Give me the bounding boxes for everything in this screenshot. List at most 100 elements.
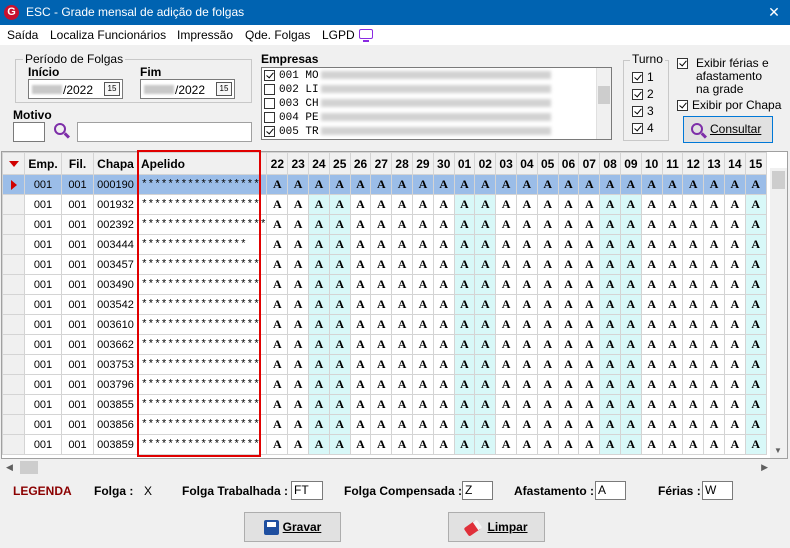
day-cell[interactable]: A: [661, 174, 684, 195]
day-cell[interactable]: A: [557, 234, 580, 255]
day-cell[interactable]: A: [619, 234, 642, 255]
day-cell[interactable]: A: [557, 194, 580, 215]
consultar-button[interactable]: Consultar: [683, 116, 773, 143]
day-cell[interactable]: A: [349, 214, 372, 235]
grid-horizontal-scrollbar[interactable]: ◀ ▶: [1, 459, 788, 476]
day-cell[interactable]: A: [640, 194, 663, 215]
day-cell[interactable]: A: [495, 434, 517, 455]
day-cell[interactable]: A: [328, 274, 351, 295]
day-cell[interactable]: A: [599, 374, 621, 395]
day-cell[interactable]: A: [640, 234, 663, 255]
day-cell[interactable]: A: [578, 174, 601, 195]
day-cell[interactable]: A: [432, 334, 455, 355]
day-cell[interactable]: A: [599, 194, 621, 215]
day-cell[interactable]: A: [308, 294, 330, 315]
column-header-apelido[interactable]: Apelido: [136, 152, 268, 175]
day-cell[interactable]: A: [287, 294, 310, 315]
day-cell[interactable]: A: [515, 174, 538, 195]
day-cell[interactable]: A: [308, 434, 330, 455]
day-cell[interactable]: A: [412, 254, 434, 275]
day-cell[interactable]: A: [287, 394, 310, 415]
day-cell[interactable]: A: [474, 194, 497, 215]
day-cell[interactable]: A: [619, 194, 642, 215]
day-cell[interactable]: A: [495, 194, 517, 215]
day-cell[interactable]: A: [370, 194, 393, 215]
day-cell[interactable]: A: [474, 274, 497, 295]
day-cell[interactable]: A: [328, 174, 351, 195]
day-cell[interactable]: A: [391, 214, 413, 235]
day-cell[interactable]: A: [349, 434, 372, 455]
day-cell[interactable]: A: [412, 354, 434, 375]
day-cell[interactable]: A: [391, 394, 413, 415]
day-cell[interactable]: A: [703, 414, 725, 435]
day-cell[interactable]: A: [515, 394, 538, 415]
day-cell[interactable]: A: [453, 434, 476, 455]
day-cell[interactable]: A: [287, 274, 310, 295]
day-cell[interactable]: A: [308, 334, 330, 355]
day-cell[interactable]: A: [432, 434, 455, 455]
day-cell[interactable]: A: [578, 234, 601, 255]
list-item[interactable]: 004 PE: [264, 111, 599, 125]
day-cell[interactable]: A: [412, 414, 434, 435]
day-cell[interactable]: A: [682, 174, 705, 195]
day-cell[interactable]: A: [349, 174, 372, 195]
day-cell[interactable]: A: [640, 374, 663, 395]
day-cell[interactable]: A: [599, 214, 621, 235]
day-cell[interactable]: A: [723, 374, 746, 395]
day-cell[interactable]: A: [453, 294, 476, 315]
fim-date-field[interactable]: /2022 15: [140, 79, 235, 99]
day-cell[interactable]: A: [349, 234, 372, 255]
day-cell[interactable]: A: [432, 354, 455, 375]
day-cell[interactable]: A: [308, 374, 330, 395]
day-cell[interactable]: A: [287, 374, 310, 395]
day-cell[interactable]: A: [536, 394, 559, 415]
day-cell[interactable]: A: [349, 374, 372, 395]
day-cell[interactable]: A: [453, 174, 476, 195]
day-cell[interactable]: A: [536, 314, 559, 335]
day-cell[interactable]: A: [515, 314, 538, 335]
day-cell[interactable]: A: [266, 294, 289, 315]
search-icon[interactable]: [54, 123, 66, 135]
table-row[interactable]: 001 001 003542 ****************** A A A A A A A A A A…: [2, 294, 767, 315]
gravar-button[interactable]: Gravar: [244, 512, 341, 542]
day-cell[interactable]: A: [349, 314, 372, 335]
checkbox[interactable]: [632, 106, 643, 118]
day-cell[interactable]: A: [515, 354, 538, 375]
day-cell[interactable]: A: [453, 194, 476, 215]
day-cell[interactable]: A: [703, 234, 725, 255]
day-cell[interactable]: A: [474, 394, 497, 415]
day-cell[interactable]: A: [266, 354, 289, 375]
day-cell[interactable]: A: [536, 274, 559, 295]
day-cell[interactable]: A: [723, 194, 746, 215]
day-cell[interactable]: A: [391, 294, 413, 315]
day-cell[interactable]: A: [640, 354, 663, 375]
day-cell[interactable]: A: [432, 274, 455, 295]
day-cell[interactable]: A: [370, 234, 393, 255]
day-cell[interactable]: A: [412, 234, 434, 255]
day-cell[interactable]: A: [391, 434, 413, 455]
day-cell[interactable]: A: [432, 234, 455, 255]
checkbox[interactable]: [264, 111, 275, 123]
day-cell[interactable]: A: [308, 314, 330, 335]
day-cell[interactable]: A: [682, 374, 705, 395]
folgas-grid[interactable]: Emp. Fil. Chapa Apelido 22 23 24 25 26 27 28 29…: [1, 151, 788, 459]
day-cell[interactable]: A: [536, 374, 559, 395]
day-cell[interactable]: A: [599, 274, 621, 295]
day-cell[interactable]: A: [287, 254, 310, 275]
day-cell[interactable]: A: [515, 374, 538, 395]
day-cell[interactable]: A: [349, 354, 372, 375]
day-cell[interactable]: A: [599, 354, 621, 375]
day-cell[interactable]: A: [453, 374, 476, 395]
day-cell[interactable]: A: [370, 394, 393, 415]
turno-option-1[interactable]: 1: [632, 70, 654, 84]
calendar-icon[interactable]: 15: [104, 82, 120, 96]
empresas-scrollbar[interactable]: [596, 68, 611, 139]
day-cell[interactable]: A: [682, 234, 705, 255]
day-cell[interactable]: A: [328, 434, 351, 455]
checkbox[interactable]: [264, 69, 275, 81]
day-cell[interactable]: A: [391, 274, 413, 295]
day-cell[interactable]: A: [495, 294, 517, 315]
day-cell[interactable]: A: [578, 214, 601, 235]
day-cell[interactable]: A: [682, 394, 705, 415]
day-cell[interactable]: A: [703, 314, 725, 335]
